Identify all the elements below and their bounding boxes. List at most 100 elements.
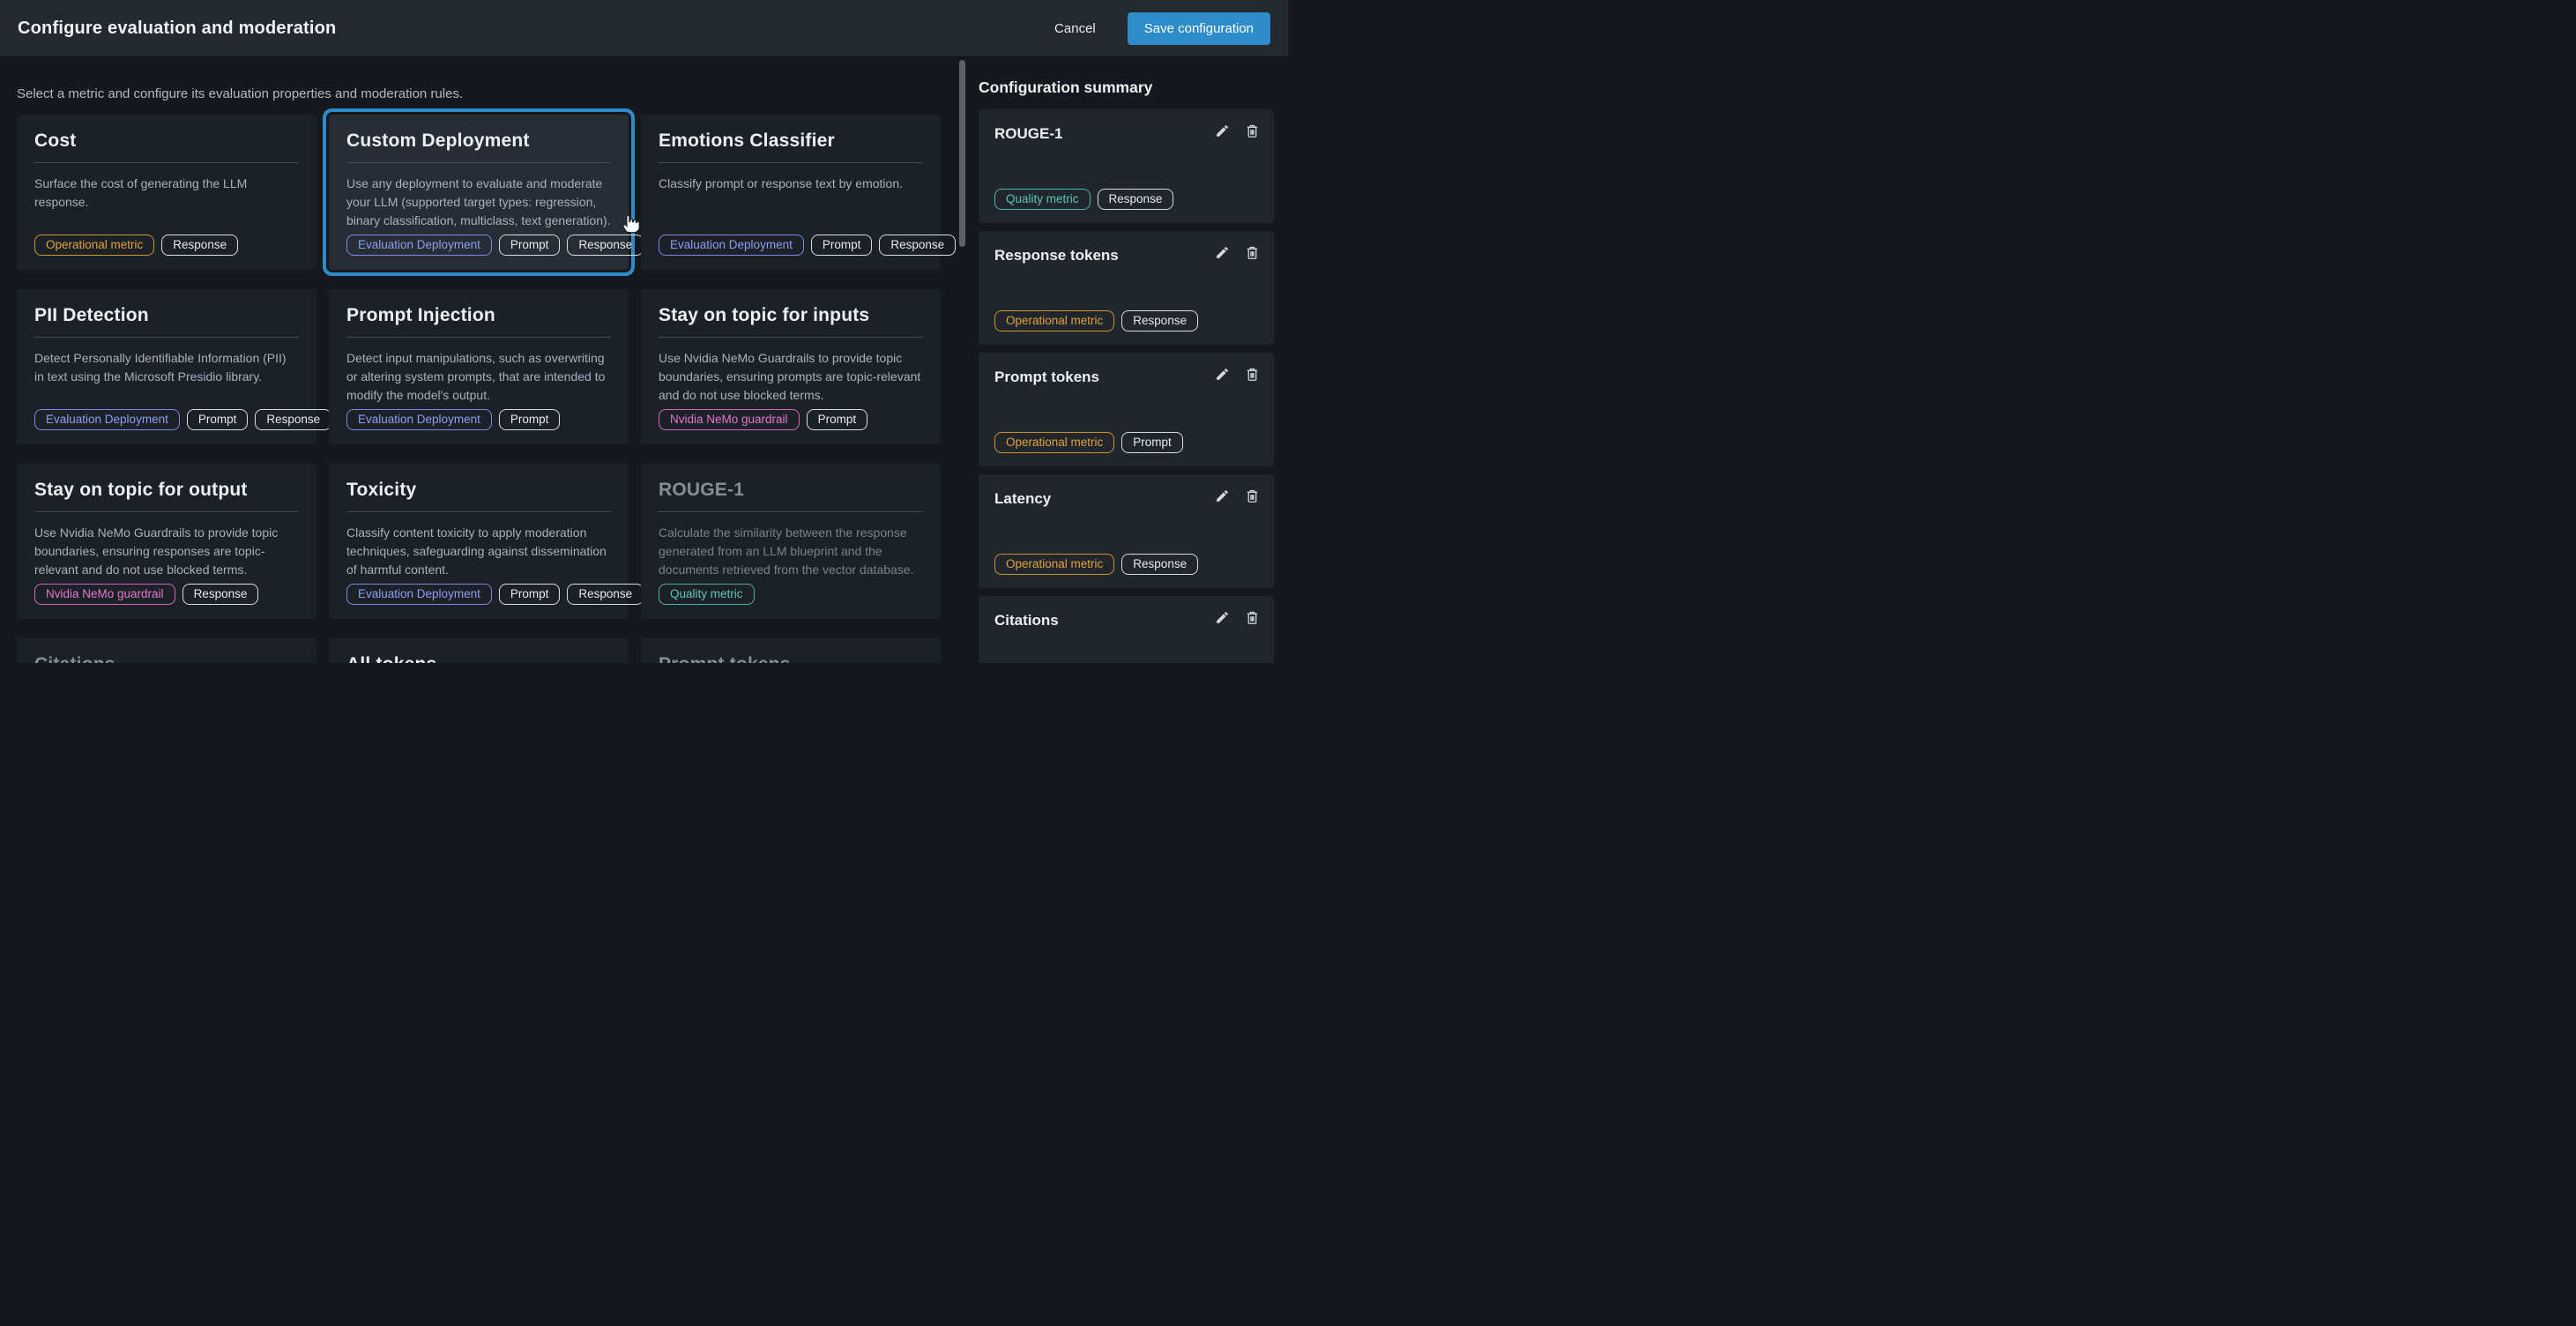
delete-trash-icon[interactable] xyxy=(1245,123,1260,138)
edit-pencil-icon[interactable] xyxy=(1215,367,1230,382)
metric-card-prompt-injection[interactable]: Prompt Injection Detect input manipulati… xyxy=(329,289,629,444)
metric-card-grid: Cost Surface the cost of generating the … xyxy=(17,115,966,663)
summary-card-actions xyxy=(1215,245,1260,260)
metric-card-title: PII Detection xyxy=(34,305,299,326)
vertical-scrollbar xyxy=(958,57,966,663)
summary-card-rouge-1: ROUGE-1 Quality metric Response xyxy=(979,109,1274,223)
metric-card-tags: Nvidia NeMo guardrail Response xyxy=(34,584,258,605)
divider xyxy=(346,511,611,512)
metric-card-tags: Evaluation Deployment Prompt Response xyxy=(346,235,644,256)
divider xyxy=(659,162,923,163)
tag-prompt: Prompt xyxy=(499,584,561,605)
metric-card-prompt-tokens[interactable]: Prompt tokens xyxy=(641,638,941,663)
delete-trash-icon[interactable] xyxy=(1245,367,1260,382)
metric-card-title: Cost xyxy=(34,130,299,152)
summary-card-citations: Citations xyxy=(979,596,1274,663)
tag-evaluation-deployment: Evaluation Deployment xyxy=(346,584,492,605)
tag-response: Response xyxy=(567,584,644,605)
tag-operational-metric: Operational metric xyxy=(994,310,1114,332)
summary-card-latency: Latency Operational metric Response xyxy=(979,474,1274,588)
metric-card-tags: Nvidia NeMo guardrail Prompt xyxy=(659,409,867,430)
metric-card-title: Prompt Injection xyxy=(346,305,611,326)
metric-card-pii-detection[interactable]: PII Detection Detect Personally Identifi… xyxy=(17,289,316,444)
tag-prompt: Prompt xyxy=(499,409,561,430)
metric-card-cost[interactable]: Cost Surface the cost of generating the … xyxy=(17,115,316,270)
summary-card-actions xyxy=(1215,610,1260,625)
tag-response: Response xyxy=(161,235,238,256)
tag-evaluation-deployment: Evaluation Deployment xyxy=(34,409,180,430)
divider xyxy=(34,162,299,163)
metric-card-title: Emotions Classifier xyxy=(659,130,923,152)
metric-card-description: Use Nvidia NeMo Guardrails to provide to… xyxy=(659,349,923,405)
metric-card-description: Classify content toxicity to apply moder… xyxy=(346,524,611,579)
edit-pencil-icon[interactable] xyxy=(1215,123,1230,138)
metric-card-title: Prompt tokens xyxy=(659,654,923,663)
tag-response: Response xyxy=(1121,310,1198,332)
metric-card-description: Classify prompt or response text by emot… xyxy=(659,175,923,193)
summary-card-tags: Quality metric Response xyxy=(994,189,1173,210)
metric-card-tags: Evaluation Deployment Prompt Response xyxy=(346,584,644,605)
metric-card-title: Stay on topic for inputs xyxy=(659,305,923,326)
metric-card-tags: Evaluation Deployment Prompt xyxy=(346,409,560,430)
metric-card-all-tokens[interactable]: All tokens xyxy=(329,638,629,663)
tag-operational-metric: Operational metric xyxy=(994,554,1114,575)
divider xyxy=(659,337,923,338)
instruction-text: Select a metric and configure its evalua… xyxy=(17,86,966,101)
tag-nvidia-nemo-guardrail: Nvidia NeMo guardrail xyxy=(34,584,175,605)
metric-card-description: Detect input manipulations, such as over… xyxy=(346,349,611,405)
metric-card-stay-on-topic-inputs[interactable]: Stay on topic for inputs Use Nvidia NeMo… xyxy=(641,289,941,444)
metric-card-rouge-1[interactable]: ROUGE-1 Calculate the similarity between… xyxy=(641,464,941,619)
tag-response: Response xyxy=(182,584,259,605)
summary-card-tags: Operational metric Response xyxy=(994,310,1198,332)
tag-operational-metric: Operational metric xyxy=(994,432,1114,453)
divider xyxy=(34,337,299,338)
tag-response: Response xyxy=(879,235,956,256)
edit-pencil-icon[interactable] xyxy=(1215,488,1230,503)
tag-operational-metric: Operational metric xyxy=(34,235,154,256)
metric-card-description: Use any deployment to evaluate and moder… xyxy=(346,175,611,230)
save-configuration-button[interactable]: Save configuration xyxy=(1128,12,1270,45)
tag-response: Response xyxy=(567,235,644,256)
metric-card-title: Citations xyxy=(34,654,299,663)
edit-pencil-icon[interactable] xyxy=(1215,245,1230,260)
tag-prompt: Prompt xyxy=(187,409,249,430)
scrollbar-thumb[interactable] xyxy=(959,60,965,247)
summary-card-response-tokens: Response tokens Operational metric Respo… xyxy=(979,231,1274,345)
edit-pencil-icon[interactable] xyxy=(1215,610,1230,625)
delete-trash-icon[interactable] xyxy=(1245,610,1260,625)
metric-card-citations[interactable]: Citations xyxy=(17,638,316,663)
divider xyxy=(346,162,611,163)
tag-prompt: Prompt xyxy=(1121,432,1183,453)
metric-card-tags: Quality metric xyxy=(659,584,755,605)
tag-nvidia-nemo-guardrail: Nvidia NeMo guardrail xyxy=(659,409,800,430)
tag-quality-metric: Quality metric xyxy=(659,584,755,605)
metric-card-stay-on-topic-output[interactable]: Stay on topic for output Use Nvidia NeMo… xyxy=(17,464,316,619)
tag-evaluation-deployment: Evaluation Deployment xyxy=(659,235,804,256)
metric-card-title: Custom Deployment xyxy=(346,130,611,152)
summary-card-actions xyxy=(1215,367,1260,382)
delete-trash-icon[interactable] xyxy=(1245,245,1260,260)
page-title: Configure evaluation and moderation xyxy=(18,19,1049,39)
tag-evaluation-deployment: Evaluation Deployment xyxy=(346,235,492,256)
metric-card-custom-deployment[interactable]: Custom Deployment Use any deployment to … xyxy=(329,115,629,270)
metric-card-emotions-classifier[interactable]: Emotions Classifier Classify prompt or r… xyxy=(641,115,941,270)
metric-card-title: Toxicity xyxy=(346,480,611,501)
configuration-summary-panel: Configuration summary ROUGE-1 Quality me… xyxy=(973,57,1288,663)
metric-card-description: Surface the cost of generating the LLM r… xyxy=(34,175,299,212)
divider xyxy=(659,511,923,512)
tag-prompt: Prompt xyxy=(807,409,868,430)
summary-card-prompt-tokens: Prompt tokens Operational metric Prompt xyxy=(979,353,1274,466)
tag-response: Response xyxy=(1121,554,1198,575)
cancel-button[interactable]: Cancel xyxy=(1049,20,1101,37)
summary-card-tags: Operational metric Prompt xyxy=(994,432,1183,453)
metric-card-title: All tokens xyxy=(346,654,611,663)
tag-prompt: Prompt xyxy=(499,235,561,256)
summary-card-actions xyxy=(1215,123,1260,138)
metric-card-tags: Evaluation Deployment Prompt Response xyxy=(34,409,331,430)
metric-card-toxicity[interactable]: Toxicity Classify content toxicity to ap… xyxy=(329,464,629,619)
tag-quality-metric: Quality metric xyxy=(994,189,1091,210)
delete-trash-icon[interactable] xyxy=(1245,488,1260,503)
tag-response: Response xyxy=(255,409,331,430)
metric-card-tags: Operational metric Response xyxy=(34,235,238,256)
summary-card-tags: Operational metric Response xyxy=(994,554,1198,575)
